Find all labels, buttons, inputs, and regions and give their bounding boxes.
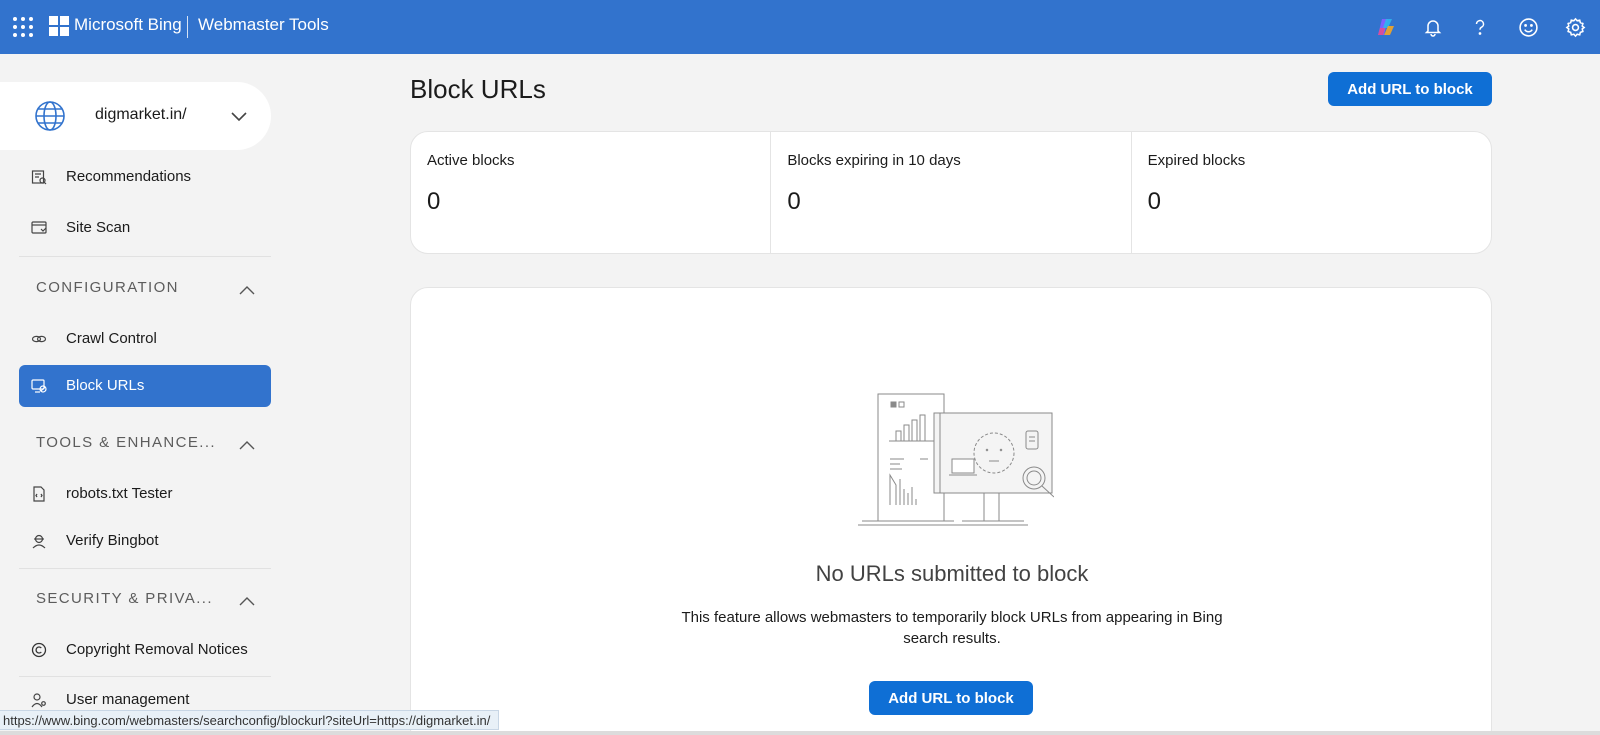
sidebar-item-robots-tester[interactable]: robots.txt Tester <box>19 473 271 515</box>
sidebar-item-site-scan[interactable]: Site Scan <box>19 207 271 249</box>
chevron-up-icon <box>239 437 255 455</box>
sidebar-divider <box>19 676 271 677</box>
recommendations-icon <box>31 169 47 185</box>
site-scan-icon <box>31 220 47 236</box>
section-configuration[interactable]: CONFIGURATION <box>19 270 271 306</box>
add-url-to-block-button-empty[interactable]: Add URL to block <box>869 681 1033 715</box>
copilot-icon[interactable] <box>1373 14 1399 40</box>
globe-icon <box>34 100 66 137</box>
stat-label: Expired blocks <box>1147 152 1246 169</box>
empty-state-title: No URLs submitted to block <box>815 561 1089 586</box>
chevron-up-icon <box>239 282 255 300</box>
status-bar-url: https://www.bing.com/webmasters/searchco… <box>0 710 500 730</box>
feedback-smiley-icon[interactable] <box>1515 14 1541 40</box>
sidebar-item-recommendations[interactable]: Recommendations <box>19 156 271 198</box>
notifications-bell-icon[interactable] <box>1420 14 1446 40</box>
help-icon[interactable] <box>1467 14 1493 40</box>
sidebar-item-verify-bingbot[interactable]: Verify Bingbot <box>19 520 271 562</box>
microsoft-logo-icon <box>49 16 69 36</box>
stat-expiring-blocks: Blocks expiring in 10 days 0 <box>771 132 1132 253</box>
site-name: digmarket.in/ <box>95 106 187 123</box>
sidebar-item-label: Crawl Control <box>66 330 157 347</box>
settings-gear-icon[interactable] <box>1562 14 1588 40</box>
bingbot-icon <box>31 533 47 549</box>
sidebar-divider <box>19 568 271 569</box>
sidebar-item-crawl-control[interactable]: Crawl Control <box>19 318 271 360</box>
site-selector[interactable]: digmarket.in/ <box>0 82 271 150</box>
copyright-icon <box>31 642 47 658</box>
block-urls-icon <box>31 378 47 394</box>
brand-name[interactable]: Microsoft Bing <box>74 15 182 35</box>
stat-expired-blocks: Expired blocks 0 <box>1132 132 1491 253</box>
stats-card: Active blocks 0 Blocks expiring in 10 da… <box>410 131 1492 254</box>
stat-active-blocks: Active blocks 0 <box>411 132 772 253</box>
sidebar-item-label: robots.txt Tester <box>66 485 173 502</box>
sidebar-item-label: Block URLs <box>66 377 145 394</box>
section-tools-enhancements[interactable]: TOOLS & ENHANCE... <box>19 425 271 461</box>
page-title: Block URLs <box>410 74 546 104</box>
stat-value: 0 <box>1147 188 1162 215</box>
sidebar-item-label: Site Scan <box>66 219 131 236</box>
empty-state-card: No URLs submitted to block This feature … <box>410 287 1492 735</box>
stat-label: Active blocks <box>427 152 515 169</box>
sidebar-item-copyright-removal[interactable]: Copyright Removal Notices <box>19 629 271 671</box>
chevron-down-icon[interactable] <box>230 110 248 128</box>
stat-label: Blocks expiring in 10 days <box>787 152 961 169</box>
section-title: TOOLS & ENHANCE... <box>36 434 216 451</box>
sidebar-item-label: Recommendations <box>66 168 192 185</box>
robots-file-icon <box>31 486 47 502</box>
crawl-control-icon <box>31 331 47 347</box>
brand-separator <box>187 16 188 38</box>
top-bar: Microsoft Bing Webmaster Tools <box>0 0 1600 54</box>
apps-waffle-icon[interactable] <box>13 17 33 37</box>
section-security-privacy[interactable]: SECURITY & PRIVA... <box>19 581 271 617</box>
empty-state-illustration-icon <box>854 393 1055 538</box>
empty-state-description: This feature allows webmasters to tempor… <box>681 609 1223 647</box>
sidebar-divider <box>19 256 271 257</box>
section-title: SECURITY & PRIVA... <box>36 590 213 607</box>
add-url-to-block-button[interactable]: Add URL to block <box>1328 72 1492 106</box>
bottom-edge <box>0 731 1600 735</box>
sidebar-item-block-urls[interactable]: Block URLs <box>19 365 271 407</box>
product-name[interactable]: Webmaster Tools <box>198 15 329 35</box>
chevron-up-icon <box>239 593 255 611</box>
sidebar-item-label: Verify Bingbot <box>66 532 159 549</box>
stat-value: 0 <box>427 188 441 215</box>
section-title: CONFIGURATION <box>36 279 179 296</box>
sidebar-item-label: User management <box>66 691 190 708</box>
stat-value: 0 <box>787 188 801 215</box>
user-management-icon <box>31 692 47 708</box>
sidebar-item-label: Copyright Removal Notices <box>66 641 248 658</box>
